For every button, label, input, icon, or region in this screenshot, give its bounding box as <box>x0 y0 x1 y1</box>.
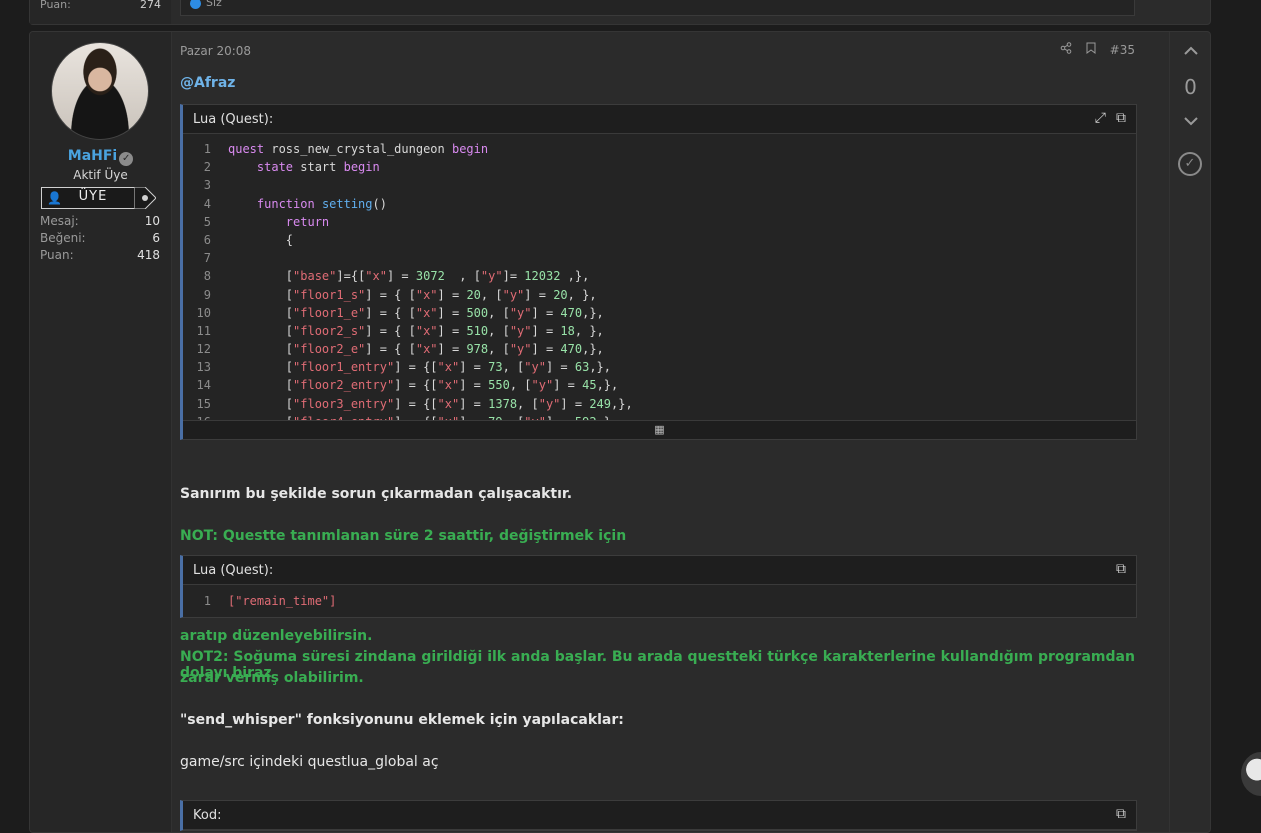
note-line: zarar vermiş olabilirim. <box>180 670 364 686</box>
username[interactable]: MaHFi ✓ <box>30 148 171 166</box>
stat-value: 274 <box>140 0 161 11</box>
stat-label: Puan: <box>40 248 74 262</box>
stat-value: 10 <box>144 214 160 228</box>
verified-icon: ✓ <box>119 152 134 166</box>
username-text[interactable]: MaHFi <box>68 148 117 164</box>
avatar[interactable] <box>51 42 149 140</box>
reaction-text[interactable]: Siz <box>206 0 222 9</box>
post-content: Pazar 20:08 #35 @Afraz Lua (Quest): ⤢ ⧉ … <box>180 32 1137 832</box>
upvote-icon[interactable] <box>1170 40 1210 61</box>
vote-column: 0 ✓ <box>1169 32 1210 832</box>
code-body[interactable]: 1 quest ross_new_crystal_dungeon begin 2 … <box>183 134 1136 420</box>
code-tools: ⧉ <box>1116 806 1126 822</box>
user-column: MaHFi ✓ Aktif Üye 👤 ÜYE Mesaj: 10 Beğeni:… <box>30 32 172 832</box>
text-line: Sanırım bu şekilde sorun çıkarmadan çalı… <box>180 486 573 502</box>
code-block: Lua (Quest): ⤢ ⧉ 1 quest ross_new_crystal… <box>180 104 1137 440</box>
copy-icon[interactable]: ⧉ <box>1116 806 1126 822</box>
user-title: Aktif Üye <box>73 168 128 182</box>
stat-label: Mesaj: <box>40 214 79 228</box>
post-actions: #35 <box>1060 42 1135 57</box>
code-body[interactable]: 1 ["remain_time"] <box>183 585 1136 617</box>
mention-link[interactable]: @Afraz <box>180 75 235 91</box>
code-header: Lua (Quest): ⤢ ⧉ <box>183 105 1136 134</box>
previous-post-user-column: Puan: 274 <box>30 0 171 24</box>
expand-icon[interactable]: ⤢ <box>1095 110 1106 126</box>
stat-value: 6 <box>152 231 160 245</box>
code-title: Lua (Quest): <box>193 563 274 578</box>
post: MaHFi ✓ Aktif Üye 👤 ÜYE Mesaj: 10 Beğeni:… <box>29 31 1211 833</box>
stat-row: Mesaj: 10 <box>40 214 160 231</box>
stat-row: Beğeni: 6 <box>40 231 160 248</box>
downvote-icon[interactable] <box>1170 110 1210 131</box>
expand-code-icon[interactable]: ▦ <box>183 420 1136 439</box>
code-header: Lua (Quest): ⧉ <box>183 556 1136 585</box>
stat-row: Puan: 418 <box>40 248 160 265</box>
text-line: game/src içindeki questlua_global aç <box>180 754 439 770</box>
post-date[interactable]: Pazar 20:08 <box>180 44 251 58</box>
banner-arrow-icon <box>134 187 156 209</box>
previous-post: Puan: 274 Siz <box>29 0 1211 25</box>
post-number[interactable]: #35 <box>1110 43 1135 57</box>
bookmark-icon[interactable] <box>1086 42 1096 57</box>
share-icon[interactable] <box>1060 42 1072 57</box>
stat-label: Puan: <box>40 0 71 11</box>
code-title: Lua (Quest): <box>193 112 274 127</box>
code-block: Lua (Quest): ⧉ 1 ["remain_time"] <box>180 555 1137 618</box>
code-tools: ⤢ ⧉ <box>1095 110 1126 126</box>
stat-label: Beğeni: <box>40 231 86 245</box>
banner-text: ÜYE <box>78 189 108 204</box>
copy-icon[interactable]: ⧉ <box>1116 561 1126 577</box>
accept-solution-icon[interactable]: ✓ <box>1178 152 1202 176</box>
user-banner: 👤 ÜYE <box>41 187 145 209</box>
user-stats: Mesaj: 10 Beğeni: 6 Puan: 418 <box>40 214 160 265</box>
like-icon <box>190 0 201 9</box>
note-line: NOT: Questte tanımlanan süre 2 saattir, … <box>180 528 627 544</box>
previous-post-reactions: Siz <box>180 0 1135 16</box>
stat-value: 418 <box>137 248 160 262</box>
copy-icon[interactable]: ⧉ <box>1116 110 1126 126</box>
text-line: "send_whisper" fonksiyonunu eklemek için… <box>180 712 624 728</box>
note-line: aratıp düzenleyebilirsin. <box>180 628 373 644</box>
floating-avatar[interactable] <box>1241 752 1261 796</box>
code-header: Kod: ⧉ <box>183 801 1136 830</box>
code-block: Kod: ⧉ <box>180 800 1137 831</box>
vote-count: 0 <box>1184 75 1197 99</box>
code-tools: ⧉ <box>1116 561 1126 577</box>
